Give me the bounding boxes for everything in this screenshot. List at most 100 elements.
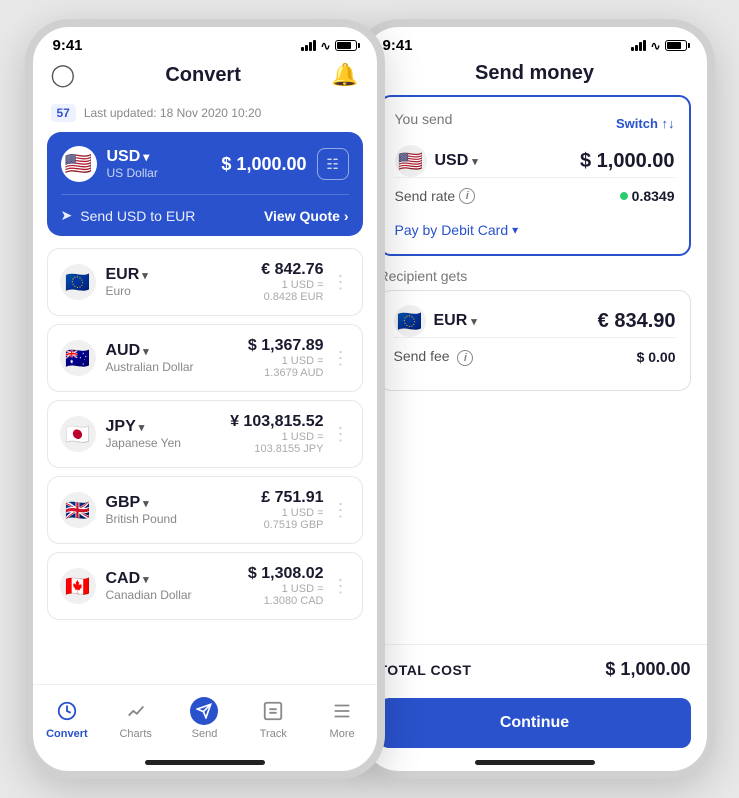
rate-info-icon[interactable]: i [459,188,475,204]
eur-code[interactable]: EUR ▾ [106,266,148,284]
aud-more-icon[interactable]: ⋮ [332,348,350,369]
pay-by-label: Pay by Debit Card [395,222,509,238]
calculator-icon[interactable]: ☷ [317,148,349,180]
person-icon[interactable]: ◯ [51,62,76,88]
usd-code[interactable]: USD ▾ [107,148,158,166]
status-icons-2: ∿ [631,39,686,53]
recipient-amount: € 834.90 [598,310,676,333]
usd-flag: 🇺🇸 [61,146,97,182]
eur-more-icon[interactable]: ⋮ [332,272,350,293]
pay-by-chevron-icon: ▾ [512,223,518,237]
view-quote-btn[interactable]: View Quote › [264,208,349,224]
you-send-code[interactable]: USD ▾ [435,152,478,170]
update-badge: 57 [51,104,76,122]
you-send-flag: 🇺🇸 [395,145,427,177]
gbp-left: 🇬🇧 GBP ▾ British Pound [60,492,177,528]
aud-amount: $ 1,367.89 [248,337,324,355]
nav-item-convert[interactable]: Convert [33,693,102,744]
you-send-currency-row: 🇺🇸 USD ▾ $ 1,000.00 [395,145,675,177]
jpy-code[interactable]: JPY ▾ [106,418,181,436]
recipient-currency-row: 🇪🇺 EUR ▾ € 834.90 [394,305,676,337]
convert-content: 🇺🇸 USD ▾ US Dollar $ 1,000.00 ☷ [33,128,377,684]
chart-nav-icon [122,697,150,725]
aud-flag: 🇦🇺 [60,340,96,376]
gbp-name: British Pound [106,512,177,526]
gbp-flag: 🇬🇧 [60,492,96,528]
track-nav-icon [259,697,287,725]
gbp-more-icon[interactable]: ⋮ [332,500,350,521]
fee-row: Send fee i $ 0.00 [394,337,676,376]
jpy-name: Japanese Yen [106,436,181,450]
total-cost-label: TOTAL COST [379,662,472,678]
page-title-send-money: Send money [475,62,594,85]
recipient-gets-card: 🇪🇺 EUR ▾ € 834.90 Send fee i $ 0.00 [379,290,691,391]
you-send-label: You send [395,111,453,127]
cad-code[interactable]: CAD ▾ [106,570,192,588]
cad-more-icon[interactable]: ⋮ [332,576,350,597]
you-send-header: You send Switch ↑↓ [395,111,675,135]
charts-nav-label: Charts [119,728,151,740]
phone-convert: 9:41 ∿ ◯ Convert 🔔 57 La [25,19,385,779]
cad-name: Canadian Dollar [106,588,192,602]
aud-left: 🇦🇺 AUD ▾ Australian Dollar [60,340,194,376]
bottom-nav: Convert Charts Send Track [33,684,377,760]
status-bar-1: 9:41 ∿ [33,27,377,58]
you-send-amount[interactable]: $ 1,000.00 [580,150,675,173]
wifi-icon-2: ∿ [650,39,660,53]
fee-value: $ 0.00 [637,349,676,365]
nav-item-charts[interactable]: Charts [101,693,170,744]
track-nav-label: Track [260,728,287,740]
status-time-1: 9:41 [53,37,83,54]
aud-code[interactable]: AUD ▾ [106,342,194,360]
send-nav-label: Send [192,728,218,740]
nav-item-more[interactable]: More [308,693,377,744]
nav-item-send[interactable]: Send [170,693,239,744]
jpy-more-icon[interactable]: ⋮ [332,424,350,445]
jpy-left: 🇯🇵 JPY ▾ Japanese Yen [60,416,181,452]
switch-button[interactable]: Switch ↑↓ [616,116,675,131]
cad-left: 🇨🇦 CAD ▾ Canadian Dollar [60,568,192,604]
main-currency-card: 🇺🇸 USD ▾ US Dollar $ 1,000.00 ☷ [47,132,363,236]
gbp-card: 🇬🇧 GBP ▾ British Pound £ 751.91 1 USD =0… [47,476,363,544]
eur-card: 🇪🇺 EUR ▾ Euro € 842.76 1 USD =0.8428 EUR… [47,248,363,316]
home-indicator-1 [145,760,265,765]
fee-info-icon[interactable]: i [457,350,473,366]
you-send-card: You send Switch ↑↓ 🇺🇸 USD ▾ $ 1,000.00 [379,95,691,256]
convert-nav-label: Convert [46,728,88,740]
nav-item-track[interactable]: Track [239,693,308,744]
jpy-flag: 🇯🇵 [60,416,96,452]
aud-name: Australian Dollar [106,360,194,374]
gbp-code[interactable]: GBP ▾ [106,494,177,512]
update-text: Last updated: 18 Nov 2020 10:20 [84,106,261,120]
more-nav-icon [328,697,356,725]
continue-button[interactable]: Continue [379,698,691,748]
send-text-left: ➤ Send USD to EUR [61,207,196,224]
jpy-rate: 1 USD =103.8155 JPY [230,431,323,455]
convert-nav-icon [53,697,81,725]
bell-icon[interactable]: 🔔 [331,62,358,88]
header-1: ◯ Convert 🔔 [33,58,377,98]
signal-icon-2 [631,40,646,51]
home-indicator-2 [475,760,595,765]
battery-icon-2 [665,40,687,51]
aud-card: 🇦🇺 AUD ▾ Australian Dollar $ 1,367.89 1 … [47,324,363,392]
fee-label: Send fee i [394,348,474,366]
status-time-2: 9:41 [383,37,413,54]
gbp-amount: £ 751.91 [261,489,323,507]
update-bar: 57 Last updated: 18 Nov 2020 10:20 [33,98,377,128]
phone-send-money: 9:41 ∿ Send money [355,19,715,779]
main-currency-left: 🇺🇸 USD ▾ US Dollar [61,146,158,182]
total-cost-bar: TOTAL COST $ 1,000.00 [363,644,707,694]
recipient-gets-label: Recipient gets [379,268,468,284]
recipient-code[interactable]: EUR ▾ [434,312,477,330]
jpy-right: ¥ 103,815.52 1 USD =103.8155 JPY ⋮ [230,413,349,455]
cad-right: $ 1,308.02 1 USD =1.3080 CAD ⋮ [248,565,350,607]
rate-label: Send rate i [395,188,476,204]
usd-name: US Dollar [107,166,158,180]
eur-left: 🇪🇺 EUR ▾ Euro [60,264,148,300]
eur-rate: 1 USD =0.8428 EUR [261,279,323,303]
send-nav-icon [190,697,218,725]
pay-by-row[interactable]: Pay by Debit Card ▾ [395,214,675,240]
recipient-currency-left: 🇪🇺 EUR ▾ [394,305,477,337]
eur-flag: 🇪🇺 [60,264,96,300]
